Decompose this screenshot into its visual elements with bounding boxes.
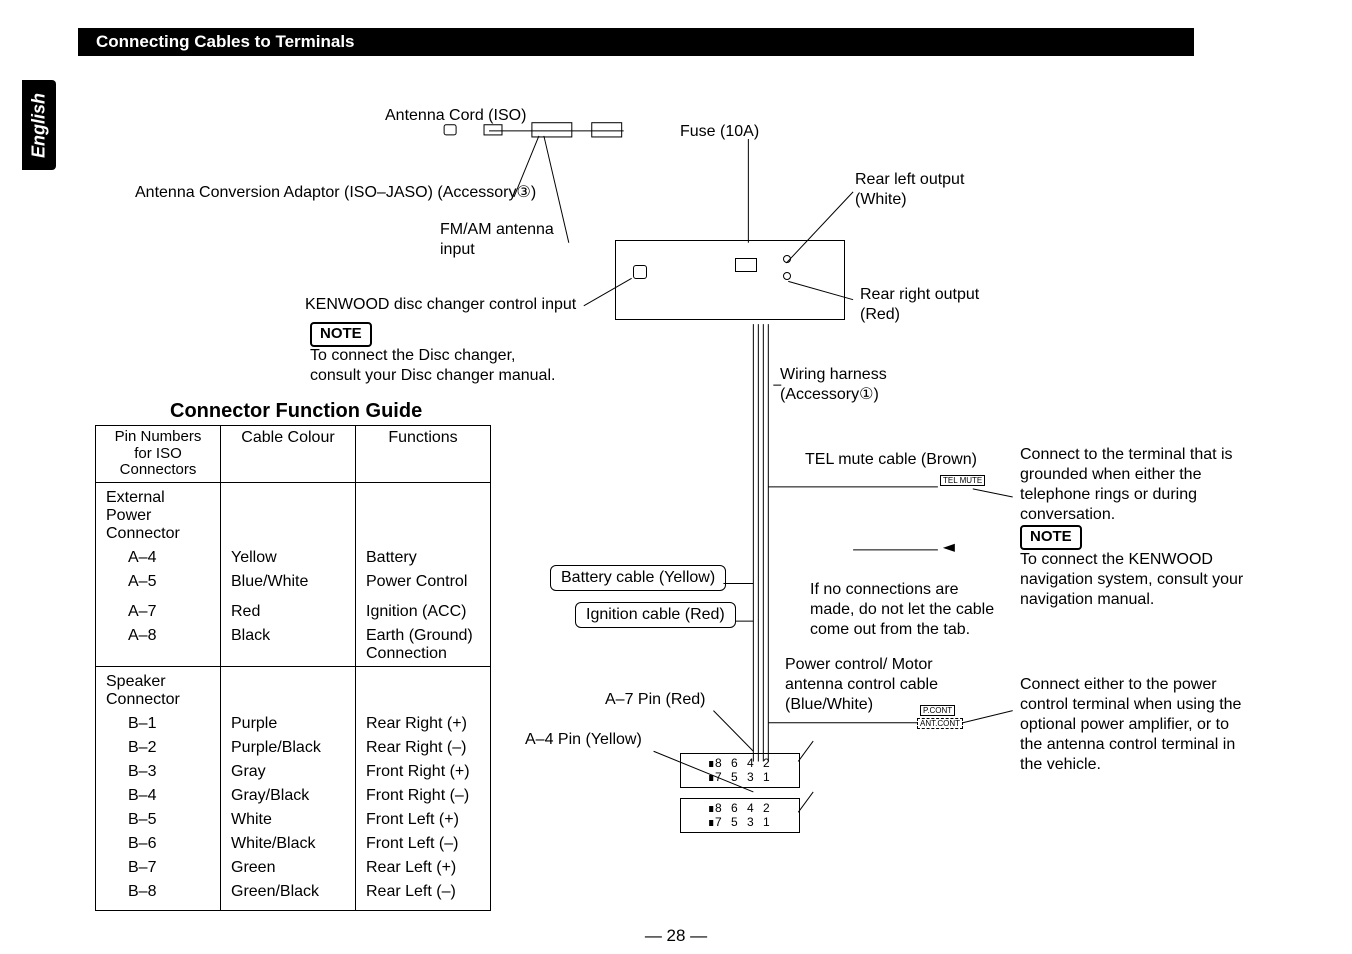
cell-color: Purple/Black bbox=[221, 736, 356, 760]
cell-func: Front Left (–) bbox=[356, 832, 491, 856]
cell-pin: A–4 bbox=[96, 546, 221, 570]
cell-func bbox=[356, 904, 491, 911]
rca-icon bbox=[783, 255, 791, 263]
cell-pin: B–1 bbox=[96, 712, 221, 736]
wiring-harness-label: Wiring harness (Accessory①) bbox=[780, 365, 930, 405]
cell-color: Blue/White bbox=[221, 570, 356, 594]
iso-pin-block-a: ∎8 6 4 2 ∎7 5 3 1 bbox=[680, 753, 800, 788]
cell-pin: B–4 bbox=[96, 784, 221, 808]
a4-pin-label: A–4 Pin (Yellow) bbox=[525, 730, 642, 750]
cell-color: Red bbox=[221, 600, 356, 624]
page-number: — 28 — bbox=[645, 926, 707, 946]
cell-func bbox=[356, 482, 491, 546]
language-tab: English bbox=[22, 80, 56, 170]
antenna-cord-label: Antenna Cord (ISO) bbox=[385, 106, 526, 126]
cell-func: Rear Left (+) bbox=[356, 856, 491, 880]
cell-pin: B–7 bbox=[96, 856, 221, 880]
cell-color: Purple bbox=[221, 712, 356, 736]
cell-func: Rear Right (+) bbox=[356, 712, 491, 736]
cell-pin: Speaker Connector bbox=[96, 666, 221, 712]
cell-func bbox=[356, 666, 491, 712]
tel-mute-label: TEL mute cable (Brown) bbox=[805, 450, 977, 470]
diagram-area: Antenna Cord (ISO) Antenna Conversion Ad… bbox=[95, 80, 1292, 914]
cell-func: Earth (Ground) Connection bbox=[356, 624, 491, 667]
language-label: English bbox=[29, 93, 50, 158]
note-badge: NOTE bbox=[310, 322, 372, 347]
tel-mute-tag: TEL MUTE bbox=[940, 475, 985, 486]
connector-function-table: Pin Numbers for ISO Connectors Cable Col… bbox=[95, 425, 491, 911]
fm-am-label: FM/AM antenna input bbox=[440, 220, 580, 260]
cell-pin: A–8 bbox=[96, 624, 221, 667]
cell-pin: B–8 bbox=[96, 880, 221, 904]
unit-port-icon bbox=[735, 258, 757, 272]
iso-pin-block-b: ∎8 6 4 2 ∎7 5 3 1 bbox=[680, 798, 800, 833]
antcont-tag: ANT.CONT bbox=[917, 718, 963, 729]
note-badge: NOTE bbox=[1020, 525, 1082, 550]
cell-pin: B–2 bbox=[96, 736, 221, 760]
cell-func: Rear Right (–) bbox=[356, 736, 491, 760]
battery-cable-label: Battery cable (Yellow) bbox=[550, 565, 726, 591]
disc-changer-label: KENWOOD disc changer control input bbox=[305, 295, 576, 315]
cell-func: Battery bbox=[356, 546, 491, 570]
cell-func: Rear Left (–) bbox=[356, 880, 491, 904]
cell-pin: B–5 bbox=[96, 808, 221, 832]
th-color: Cable Colour bbox=[221, 426, 356, 483]
disc-note: NOTE bbox=[310, 322, 372, 347]
cell-pin: External Power Connector bbox=[96, 482, 221, 546]
cell-color bbox=[221, 904, 356, 911]
cell-func: Front Right (–) bbox=[356, 784, 491, 808]
fuse-label: Fuse (10A) bbox=[680, 122, 759, 142]
cell-pin: B–3 bbox=[96, 760, 221, 784]
cell-color: White bbox=[221, 808, 356, 832]
cell-color bbox=[221, 666, 356, 712]
ignition-cable-label: Ignition cable (Red) bbox=[575, 602, 736, 628]
header-title: Connecting Cables to Terminals bbox=[96, 32, 355, 52]
nav-note-text: To connect the KENWOOD navigation system… bbox=[1020, 550, 1252, 610]
cell-func: Front Left (+) bbox=[356, 808, 491, 832]
cell-color bbox=[221, 482, 356, 546]
nav-note: NOTE bbox=[1020, 525, 1082, 550]
cell-color: Gray bbox=[221, 760, 356, 784]
th-func: Functions bbox=[356, 426, 491, 483]
cell-color: Green bbox=[221, 856, 356, 880]
connector-guide-title: Connector Function Guide bbox=[170, 400, 422, 423]
disc-note-text: To connect the Disc changer, consult you… bbox=[310, 346, 570, 386]
th-pin: Pin Numbers for ISO Connectors bbox=[96, 426, 221, 483]
no-conn-label: If no connections are made, do not let t… bbox=[810, 580, 1000, 640]
cell-color: Yellow bbox=[221, 546, 356, 570]
rca-icon bbox=[783, 272, 791, 280]
cell-color: Gray/Black bbox=[221, 784, 356, 808]
tel-mute-desc: Connect to the terminal that is grounded… bbox=[1020, 445, 1252, 525]
header-bar: Connecting Cables to Terminals bbox=[78, 28, 1194, 56]
cell-func: Front Right (+) bbox=[356, 760, 491, 784]
cell-pin: A–5 bbox=[96, 570, 221, 594]
cell-pin: B–6 bbox=[96, 832, 221, 856]
power-ctrl-desc: Connect either to the power control term… bbox=[1020, 675, 1252, 775]
pcont-tag: P.CONT bbox=[920, 705, 955, 716]
cell-pin: A–7 bbox=[96, 600, 221, 624]
rear-left-label: Rear left output (White) bbox=[855, 170, 995, 210]
unit-port-icon bbox=[633, 265, 647, 279]
cell-func: Power Control bbox=[356, 570, 491, 594]
cell-pin bbox=[96, 904, 221, 911]
cell-func: Ignition (ACC) bbox=[356, 600, 491, 624]
cell-color: White/Black bbox=[221, 832, 356, 856]
cell-color: Green/Black bbox=[221, 880, 356, 904]
a7-pin-label: A–7 Pin (Red) bbox=[605, 690, 706, 710]
antenna-adaptor-label: Antenna Conversion Adaptor (ISO–JASO) (A… bbox=[135, 183, 555, 203]
cell-color: Black bbox=[221, 624, 356, 667]
head-unit-box bbox=[615, 240, 845, 320]
rear-right-label: Rear right output (Red) bbox=[860, 285, 1000, 325]
